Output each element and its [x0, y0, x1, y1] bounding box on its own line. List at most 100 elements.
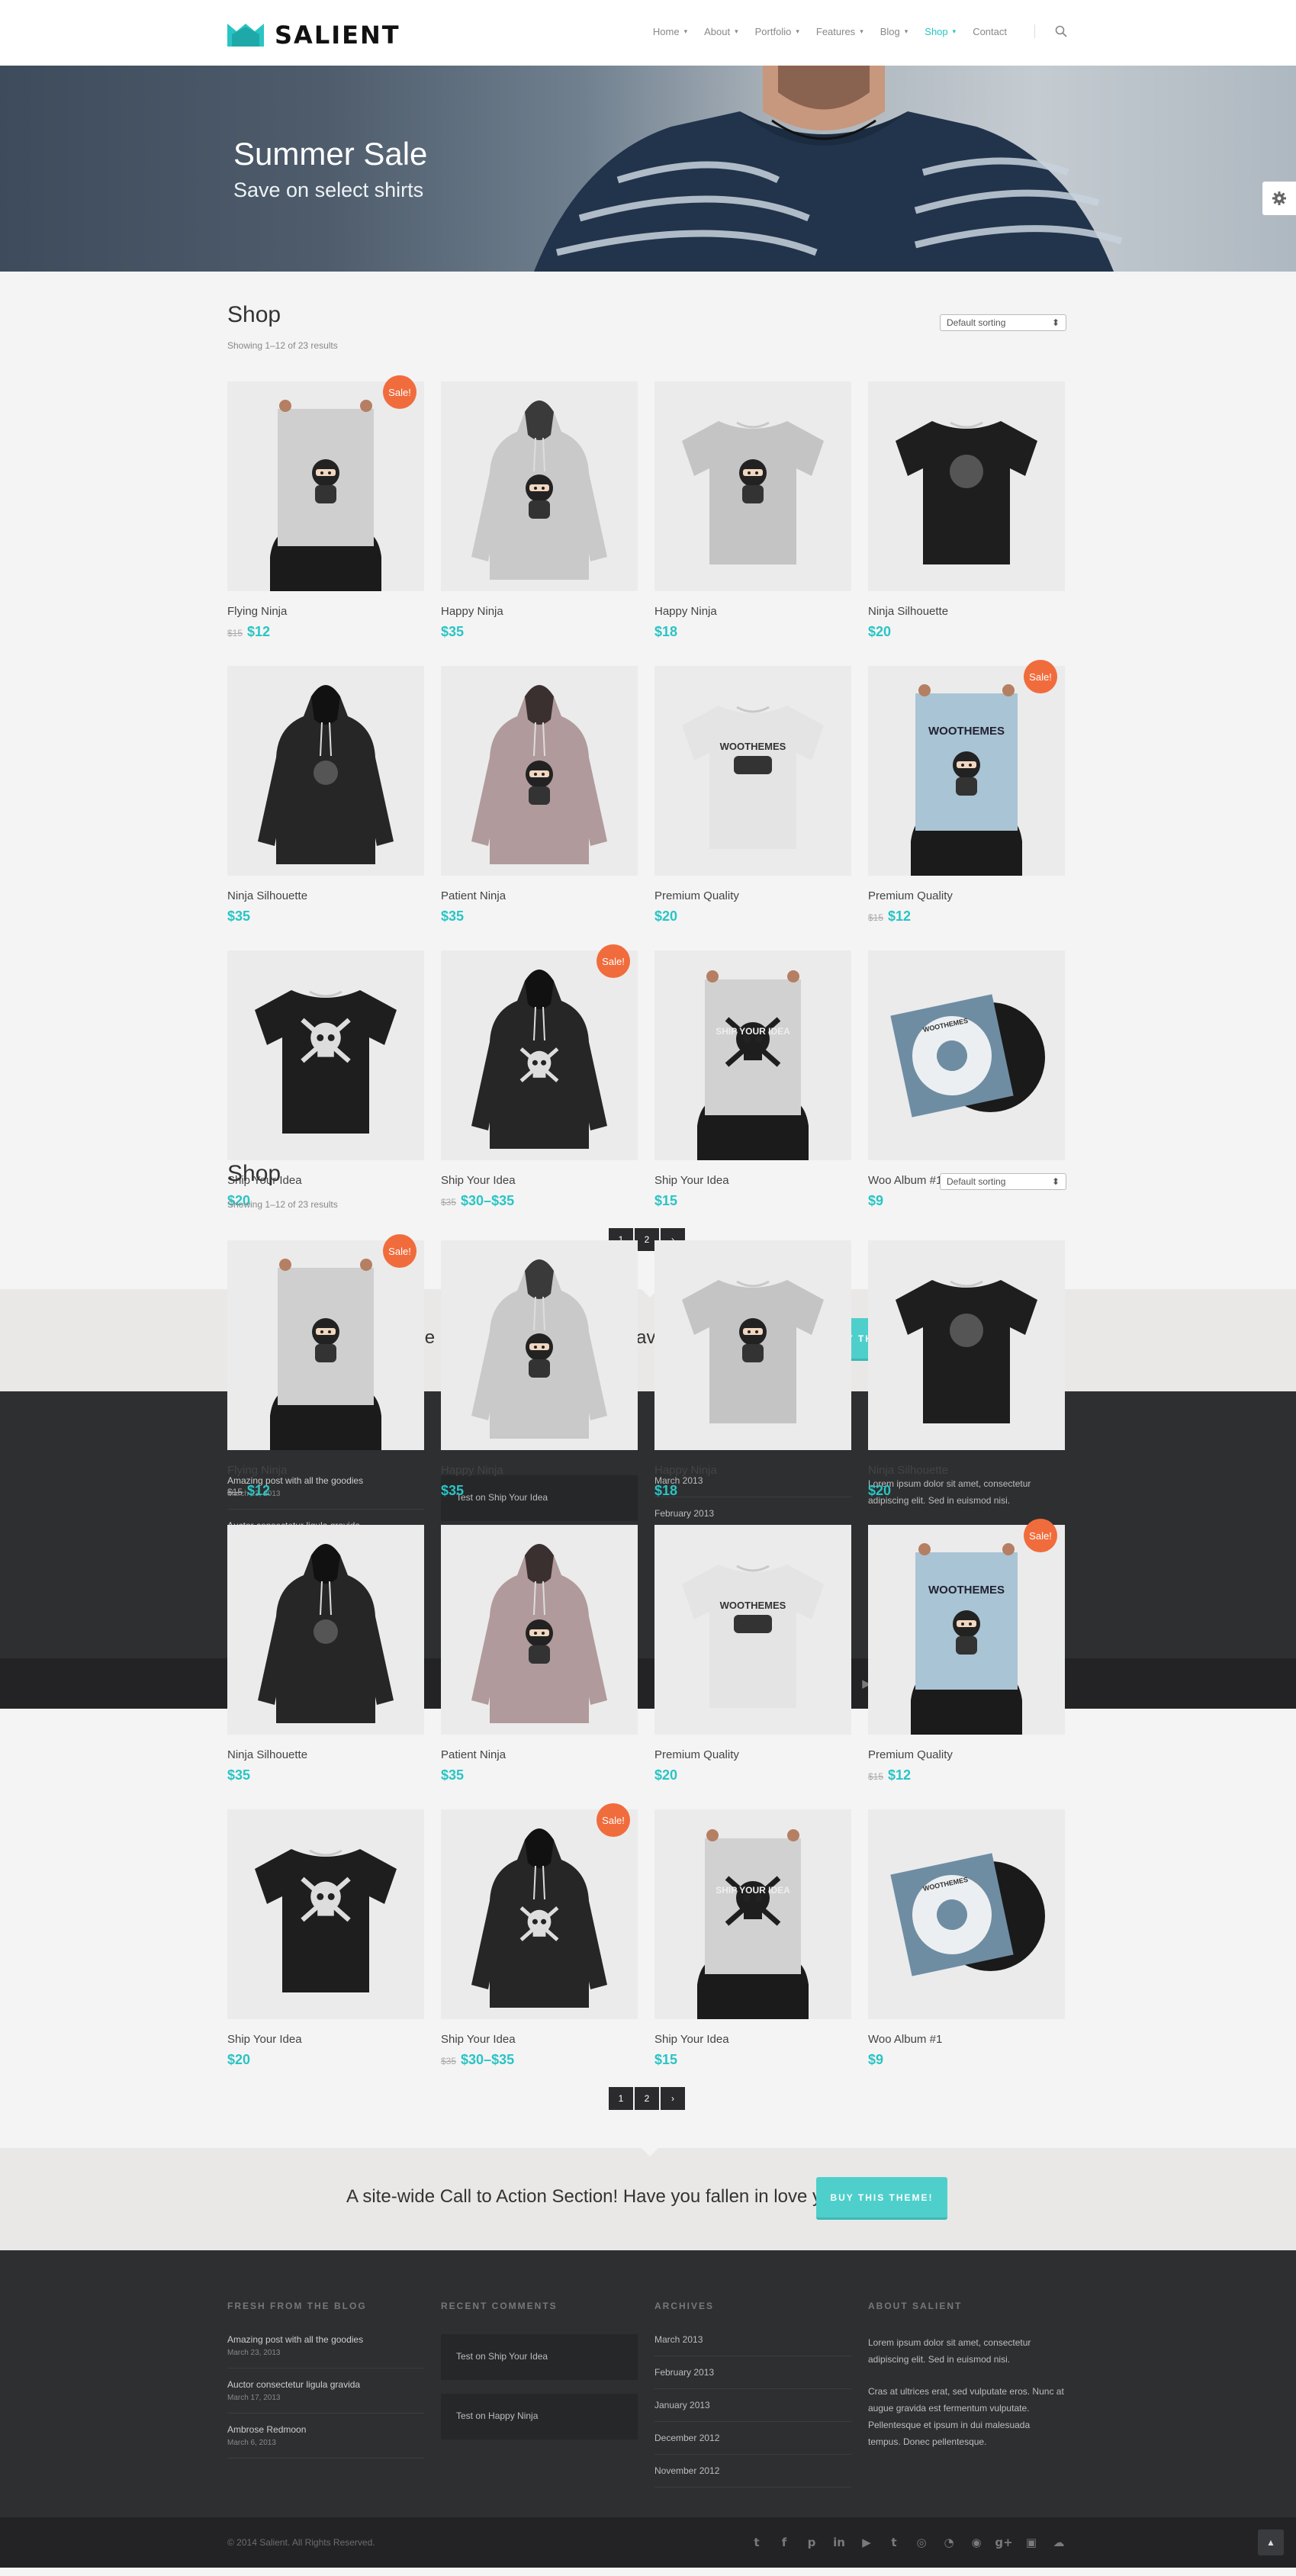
product-image[interactable] [227, 381, 424, 591]
product-card[interactable]: Patient Ninja $35 [441, 666, 638, 925]
product-card[interactable]: Happy Ninja $18 [654, 1240, 851, 1499]
blog-post-link[interactable]: Auctor consectetur ligula gravida March 1… [227, 2379, 424, 2414]
archive-link[interactable]: December 2012 [654, 2433, 851, 2455]
archive-link[interactable]: November 2012 [654, 2465, 851, 2488]
product-image[interactable] [441, 1240, 638, 1450]
product-card[interactable]: WOOTHEMES Premium Quality $20 [654, 666, 851, 925]
recent-comment-link[interactable]: Test on Ship Your Idea [441, 2334, 638, 2380]
blog-post-title[interactable]: Ambrose Redmoon [227, 2424, 424, 2435]
product-name[interactable]: Premium Quality [868, 889, 1065, 902]
settings-toggle[interactable] [1262, 182, 1296, 215]
product-name[interactable]: Flying Ninja [227, 605, 424, 618]
product-card[interactable]: Patient Ninja $35 [441, 1525, 638, 1783]
product-name[interactable]: Ship Your Idea [654, 2033, 851, 2046]
nav-item-features[interactable]: Features ▾ [816, 26, 863, 37]
google-plus-icon[interactable]: g+ [995, 2534, 1012, 2551]
product-image[interactable]: SHIP YOUR IDEA [654, 1809, 851, 2019]
buy-theme-button[interactable]: BUY THIS THEME! [816, 2177, 947, 2220]
product-card[interactable]: SHIP YOUR IDEA Ship Your Idea $15 [654, 1809, 851, 2068]
nav-item-contact[interactable]: Contact [973, 26, 1007, 37]
product-image[interactable] [227, 1809, 424, 2019]
product-image[interactable] [654, 1240, 851, 1450]
product-card[interactable]: Ninja Silhouette $35 [227, 666, 424, 925]
product-card[interactable]: Happy Ninja $18 [654, 381, 851, 640]
product-card[interactable]: WOOTHEMES Premium Quality $20 [654, 1525, 851, 1783]
twitter-icon[interactable]: t [748, 2534, 765, 2551]
product-image[interactable] [441, 1809, 638, 2019]
soundcloud-icon[interactable]: ☁ [1050, 2534, 1067, 2551]
search-icon[interactable] [1055, 25, 1067, 37]
sort-dropdown[interactable]: Default sorting ⬍ [940, 314, 1066, 331]
product-name[interactable]: Patient Ninja [441, 889, 638, 902]
product-image[interactable] [441, 1525, 638, 1735]
facebook-icon[interactable]: f [776, 2534, 793, 2551]
product-name[interactable]: Happy Ninja [654, 605, 851, 618]
product-image[interactable]: SHIP YOUR IDEA [654, 950, 851, 1160]
product-card[interactable]: Sale! Flying Ninja $15 $12 [227, 375, 424, 640]
product-name[interactable]: Ship Your Idea [227, 2033, 424, 2046]
product-name[interactable]: Happy Ninja [441, 605, 638, 618]
blog-post-title[interactable]: Amazing post with all the goodies [227, 2334, 424, 2345]
product-image[interactable] [868, 381, 1065, 591]
product-name[interactable]: Premium Quality [868, 1748, 1065, 1761]
recent-comment-link[interactable]: Test on Happy Ninja [441, 2394, 638, 2439]
product-card[interactable]: Happy Ninja $35 [441, 381, 638, 640]
archive-link[interactable]: February 2013 [654, 2367, 851, 2389]
nav-item-portfolio[interactable]: Portfolio ▾ [755, 26, 799, 37]
product-name[interactable]: Patient Ninja [441, 1748, 638, 1761]
logo[interactable]: SALIENT [227, 21, 400, 50]
product-card[interactable]: Sale! Flying Ninja $15 $12 [227, 1234, 424, 1499]
product-name[interactable]: Woo Album #1 [868, 2033, 1065, 2046]
product-image[interactable] [227, 666, 424, 876]
product-image[interactable]: WOOTHEMES [654, 666, 851, 876]
instagram-icon[interactable]: ▣ [1023, 2534, 1040, 2551]
product-image[interactable] [654, 381, 851, 591]
product-card[interactable]: WOOTHEMES Woo Album #1 $9 [868, 1809, 1065, 2068]
product-image[interactable] [441, 381, 638, 591]
tumblr-icon[interactable]: t [886, 2534, 902, 2551]
back-to-top-button[interactable]: ▲ [1258, 2529, 1284, 2555]
product-image[interactable]: WOOTHEMES [654, 1525, 851, 1735]
product-card[interactable]: Ship Your Idea $20 [227, 1809, 424, 2068]
product-name[interactable]: Ninja Silhouette [868, 605, 1065, 618]
nav-item-shop[interactable]: Shop ▾ [925, 26, 956, 37]
product-image[interactable]: WOOTHEMES [868, 666, 1065, 876]
github-icon[interactable]: ◉ [968, 2534, 985, 2551]
product-image[interactable]: WOOTHEMES [868, 950, 1065, 1160]
rss-icon[interactable]: ◔ [941, 2534, 957, 2551]
next-page-button[interactable]: › [661, 2087, 685, 2110]
dribbble-icon[interactable]: ◎ [913, 2534, 930, 2551]
product-card[interactable]: Happy Ninja $35 [441, 1240, 638, 1499]
blog-post-link[interactable]: Ambrose Redmoon March 6, 2013 [227, 2424, 424, 2459]
nav-item-home[interactable]: Home ▾ [653, 26, 687, 37]
product-name[interactable]: Premium Quality [654, 889, 851, 902]
product-image[interactable] [441, 950, 638, 1160]
nav-item-blog[interactable]: Blog ▾ [880, 26, 908, 37]
page-2-button[interactable]: 2 [635, 2087, 659, 2110]
page-1-button[interactable]: 1 [609, 2087, 633, 2110]
product-name[interactable]: Ninja Silhouette [227, 889, 424, 902]
youtube-icon[interactable]: ▶ [858, 2534, 875, 2551]
product-image[interactable] [227, 1525, 424, 1735]
product-name[interactable]: Happy Ninja [654, 1464, 851, 1477]
product-card[interactable]: Ninja Silhouette $20 [868, 1240, 1065, 1499]
product-card[interactable]: WOOTHEMES Sale! Premium Quality $15 $12 [868, 660, 1065, 925]
product-image[interactable] [441, 666, 638, 876]
archive-link[interactable]: March 2013 [654, 2334, 851, 2356]
linkedin-icon[interactable]: in [831, 2534, 847, 2551]
product-card[interactable]: WOOTHEMES Sale! Premium Quality $15 $12 [868, 1519, 1065, 1783]
product-name[interactable]: Ninja Silhouette [868, 1464, 1065, 1477]
product-image[interactable] [227, 1240, 424, 1450]
product-card[interactable]: Sale! Ship Your Idea $35 $30–$35 [441, 1803, 638, 2068]
pinterest-icon[interactable]: p [803, 2534, 820, 2551]
product-card[interactable]: Ninja Silhouette $20 [868, 381, 1065, 640]
product-name[interactable]: Flying Ninja [227, 1464, 424, 1477]
product-name[interactable]: Ninja Silhouette [227, 1748, 424, 1761]
product-image[interactable]: WOOTHEMES [868, 1525, 1065, 1735]
blog-post-title[interactable]: Auctor consectetur ligula gravida [227, 2379, 424, 2390]
blog-post-link[interactable]: Amazing post with all the goodies March 2… [227, 2334, 424, 2369]
product-image[interactable] [868, 1240, 1065, 1450]
product-name[interactable]: Premium Quality [654, 1748, 851, 1761]
product-card[interactable]: Ninja Silhouette $35 [227, 1525, 424, 1783]
nav-item-about[interactable]: About ▾ [704, 26, 738, 37]
